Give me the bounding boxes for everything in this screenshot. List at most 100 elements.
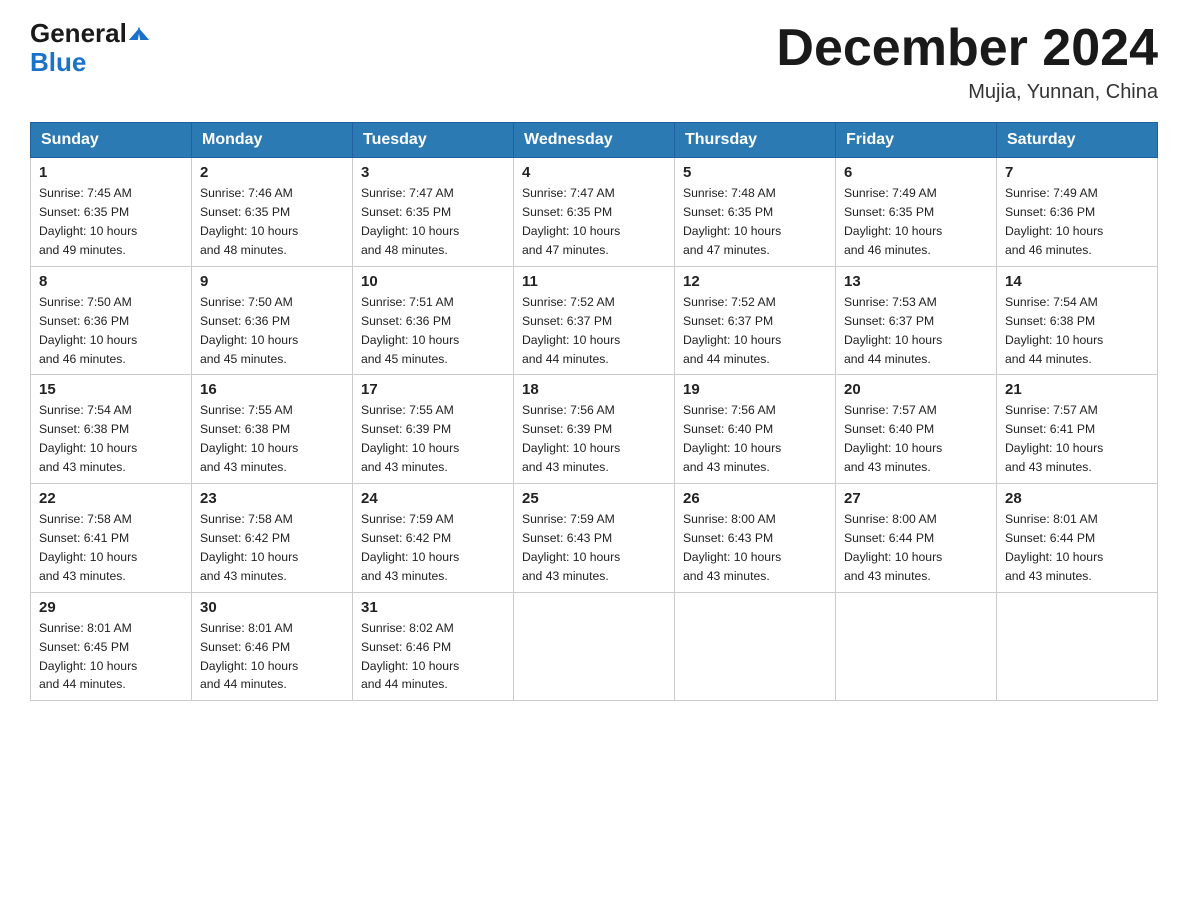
calendar-cell: 10 Sunrise: 7:51 AMSunset: 6:36 PMDaylig… [353, 266, 514, 375]
day-number: 22 [39, 490, 183, 507]
day-info: Sunrise: 7:45 AMSunset: 6:35 PMDaylight:… [39, 184, 183, 260]
day-number: 10 [361, 273, 505, 290]
calendar-header-friday: Friday [836, 123, 997, 158]
day-number: 1 [39, 164, 183, 181]
day-number: 16 [200, 381, 344, 398]
calendar-cell: 17 Sunrise: 7:55 AMSunset: 6:39 PMDaylig… [353, 375, 514, 484]
day-info: Sunrise: 7:58 AMSunset: 6:42 PMDaylight:… [200, 510, 344, 586]
calendar-week-row: 15 Sunrise: 7:54 AMSunset: 6:38 PMDaylig… [31, 375, 1158, 484]
day-info: Sunrise: 7:46 AMSunset: 6:35 PMDaylight:… [200, 184, 344, 260]
calendar-week-row: 1 Sunrise: 7:45 AMSunset: 6:35 PMDayligh… [31, 158, 1158, 267]
title-area: December 2024 Mujia, Yunnan, China [776, 20, 1158, 104]
calendar-cell: 18 Sunrise: 7:56 AMSunset: 6:39 PMDaylig… [514, 375, 675, 484]
day-info: Sunrise: 7:55 AMSunset: 6:38 PMDaylight:… [200, 401, 344, 477]
calendar-cell: 11 Sunrise: 7:52 AMSunset: 6:37 PMDaylig… [514, 266, 675, 375]
calendar-header-sunday: Sunday [31, 123, 192, 158]
day-info: Sunrise: 7:59 AMSunset: 6:43 PMDaylight:… [522, 510, 666, 586]
day-number: 17 [361, 381, 505, 398]
day-number: 21 [1005, 381, 1149, 398]
day-info: Sunrise: 7:47 AMSunset: 6:35 PMDaylight:… [522, 184, 666, 260]
day-info: Sunrise: 7:51 AMSunset: 6:36 PMDaylight:… [361, 293, 505, 369]
day-number: 12 [683, 273, 827, 290]
calendar-week-row: 8 Sunrise: 7:50 AMSunset: 6:36 PMDayligh… [31, 266, 1158, 375]
calendar-cell: 27 Sunrise: 8:00 AMSunset: 6:44 PMDaylig… [836, 484, 997, 593]
day-info: Sunrise: 7:55 AMSunset: 6:39 PMDaylight:… [361, 401, 505, 477]
day-info: Sunrise: 7:48 AMSunset: 6:35 PMDaylight:… [683, 184, 827, 260]
day-info: Sunrise: 7:58 AMSunset: 6:41 PMDaylight:… [39, 510, 183, 586]
day-number: 27 [844, 490, 988, 507]
calendar-cell: 26 Sunrise: 8:00 AMSunset: 6:43 PMDaylig… [675, 484, 836, 593]
calendar-cell: 13 Sunrise: 7:53 AMSunset: 6:37 PMDaylig… [836, 266, 997, 375]
day-info: Sunrise: 8:02 AMSunset: 6:46 PMDaylight:… [361, 619, 505, 695]
day-info: Sunrise: 7:56 AMSunset: 6:39 PMDaylight:… [522, 401, 666, 477]
calendar-header-row: SundayMondayTuesdayWednesdayThursdayFrid… [31, 123, 1158, 158]
day-info: Sunrise: 7:53 AMSunset: 6:37 PMDaylight:… [844, 293, 988, 369]
day-info: Sunrise: 8:01 AMSunset: 6:45 PMDaylight:… [39, 619, 183, 695]
day-info: Sunrise: 7:50 AMSunset: 6:36 PMDaylight:… [39, 293, 183, 369]
day-number: 7 [1005, 164, 1149, 181]
day-info: Sunrise: 8:00 AMSunset: 6:43 PMDaylight:… [683, 510, 827, 586]
logo-line1: General [30, 20, 148, 46]
calendar-cell: 3 Sunrise: 7:47 AMSunset: 6:35 PMDayligh… [353, 158, 514, 267]
day-info: Sunrise: 7:50 AMSunset: 6:36 PMDaylight:… [200, 293, 344, 369]
calendar-cell: 16 Sunrise: 7:55 AMSunset: 6:38 PMDaylig… [192, 375, 353, 484]
calendar-header-monday: Monday [192, 123, 353, 158]
day-info: Sunrise: 7:49 AMSunset: 6:35 PMDaylight:… [844, 184, 988, 260]
day-number: 13 [844, 273, 988, 290]
day-number: 14 [1005, 273, 1149, 290]
day-number: 9 [200, 273, 344, 290]
calendar-cell: 12 Sunrise: 7:52 AMSunset: 6:37 PMDaylig… [675, 266, 836, 375]
day-number: 30 [200, 599, 344, 616]
day-number: 5 [683, 164, 827, 181]
logo-line2: Blue [30, 48, 86, 77]
calendar-cell: 4 Sunrise: 7:47 AMSunset: 6:35 PMDayligh… [514, 158, 675, 267]
day-number: 11 [522, 273, 666, 290]
calendar-header-saturday: Saturday [997, 123, 1158, 158]
calendar-week-row: 29 Sunrise: 8:01 AMSunset: 6:45 PMDaylig… [31, 592, 1158, 701]
calendar-table: SundayMondayTuesdayWednesdayThursdayFrid… [30, 122, 1158, 701]
day-info: Sunrise: 7:52 AMSunset: 6:37 PMDaylight:… [683, 293, 827, 369]
day-number: 23 [200, 490, 344, 507]
calendar-cell [514, 592, 675, 701]
calendar-cell: 14 Sunrise: 7:54 AMSunset: 6:38 PMDaylig… [997, 266, 1158, 375]
day-info: Sunrise: 7:57 AMSunset: 6:41 PMDaylight:… [1005, 401, 1149, 477]
month-title: December 2024 [776, 20, 1158, 77]
day-number: 28 [1005, 490, 1149, 507]
day-number: 24 [361, 490, 505, 507]
calendar-cell: 1 Sunrise: 7:45 AMSunset: 6:35 PMDayligh… [31, 158, 192, 267]
location: Mujia, Yunnan, China [776, 81, 1158, 104]
day-info: Sunrise: 7:47 AMSunset: 6:35 PMDaylight:… [361, 184, 505, 260]
calendar-cell: 20 Sunrise: 7:57 AMSunset: 6:40 PMDaylig… [836, 375, 997, 484]
day-number: 15 [39, 381, 183, 398]
calendar-cell: 31 Sunrise: 8:02 AMSunset: 6:46 PMDaylig… [353, 592, 514, 701]
calendar-cell: 7 Sunrise: 7:49 AMSunset: 6:36 PMDayligh… [997, 158, 1158, 267]
day-number: 6 [844, 164, 988, 181]
calendar-cell: 6 Sunrise: 7:49 AMSunset: 6:35 PMDayligh… [836, 158, 997, 267]
day-info: Sunrise: 8:00 AMSunset: 6:44 PMDaylight:… [844, 510, 988, 586]
calendar-cell: 25 Sunrise: 7:59 AMSunset: 6:43 PMDaylig… [514, 484, 675, 593]
calendar-cell: 28 Sunrise: 8:01 AMSunset: 6:44 PMDaylig… [997, 484, 1158, 593]
calendar-cell [997, 592, 1158, 701]
day-number: 29 [39, 599, 183, 616]
day-number: 18 [522, 381, 666, 398]
day-info: Sunrise: 7:59 AMSunset: 6:42 PMDaylight:… [361, 510, 505, 586]
calendar-cell: 19 Sunrise: 7:56 AMSunset: 6:40 PMDaylig… [675, 375, 836, 484]
calendar-cell: 9 Sunrise: 7:50 AMSunset: 6:36 PMDayligh… [192, 266, 353, 375]
day-number: 25 [522, 490, 666, 507]
day-number: 31 [361, 599, 505, 616]
day-number: 3 [361, 164, 505, 181]
day-number: 8 [39, 273, 183, 290]
calendar-cell: 23 Sunrise: 7:58 AMSunset: 6:42 PMDaylig… [192, 484, 353, 593]
calendar-cell: 21 Sunrise: 7:57 AMSunset: 6:41 PMDaylig… [997, 375, 1158, 484]
day-info: Sunrise: 7:52 AMSunset: 6:37 PMDaylight:… [522, 293, 666, 369]
day-info: Sunrise: 8:01 AMSunset: 6:46 PMDaylight:… [200, 619, 344, 695]
logo: General Blue [30, 20, 148, 77]
calendar-header-wednesday: Wednesday [514, 123, 675, 158]
calendar-cell: 2 Sunrise: 7:46 AMSunset: 6:35 PMDayligh… [192, 158, 353, 267]
day-number: 26 [683, 490, 827, 507]
day-info: Sunrise: 7:54 AMSunset: 6:38 PMDaylight:… [1005, 293, 1149, 369]
calendar-cell: 15 Sunrise: 7:54 AMSunset: 6:38 PMDaylig… [31, 375, 192, 484]
calendar-cell [675, 592, 836, 701]
calendar-week-row: 22 Sunrise: 7:58 AMSunset: 6:41 PMDaylig… [31, 484, 1158, 593]
day-number: 4 [522, 164, 666, 181]
